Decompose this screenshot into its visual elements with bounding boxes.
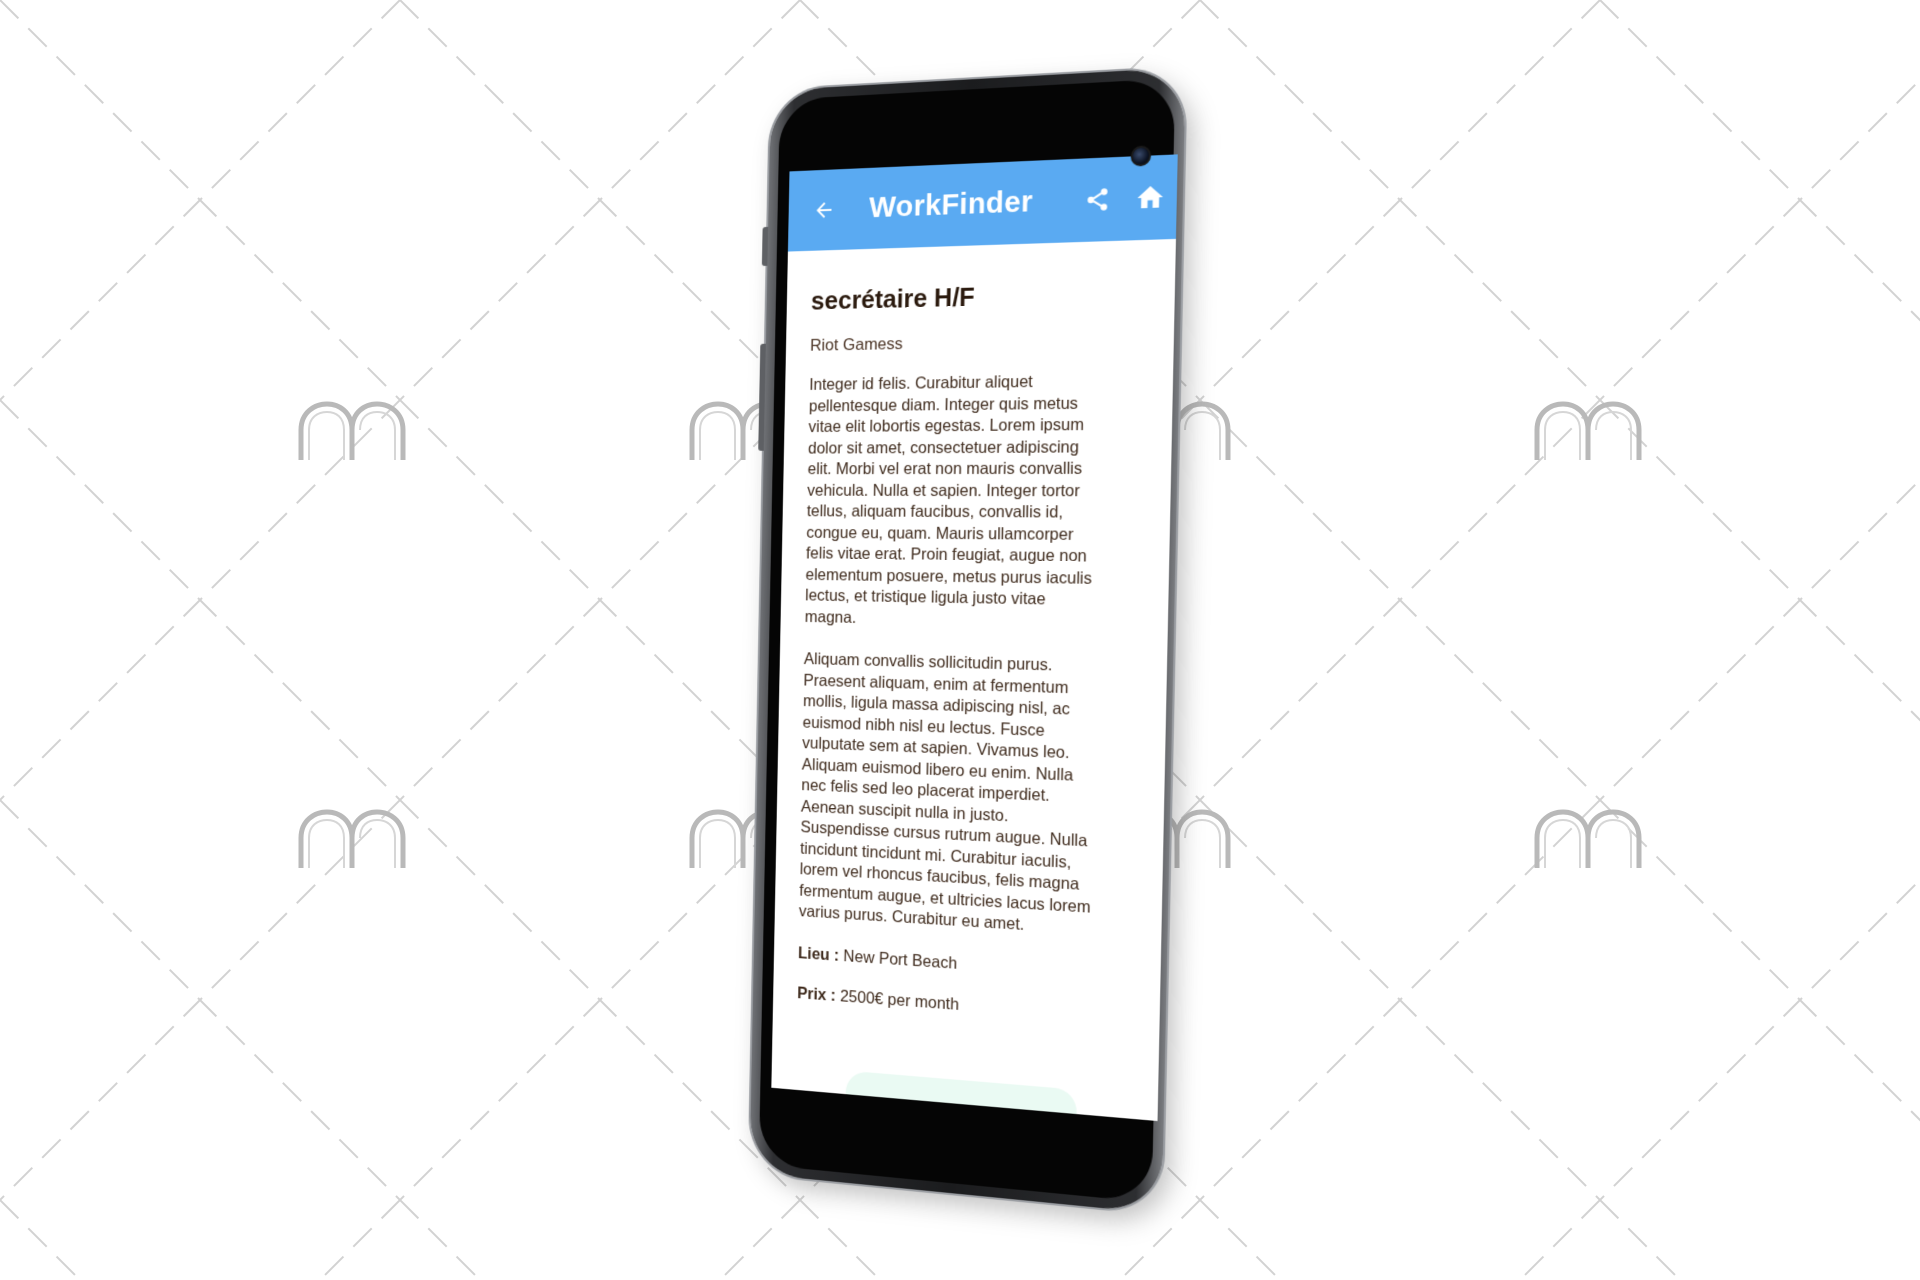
job-detail: secrétaire H/F Riot Gamess Integer id fe… bbox=[771, 239, 1176, 1121]
location-value: New Port Beach bbox=[843, 946, 958, 973]
app-screen: WorkFinder secrétaire H/F Riot Gamess In… bbox=[771, 154, 1178, 1122]
stage: WorkFinder secrétaire H/F Riot Gamess In… bbox=[0, 0, 1920, 1280]
location-label: Lieu : bbox=[797, 943, 840, 965]
price-row: Prix : 2500€ per month bbox=[797, 984, 1133, 1027]
app-bar: WorkFinder bbox=[787, 154, 1178, 252]
company-name: Riot Gamess bbox=[809, 334, 903, 355]
job-description-paragraph-2: Aliquam convallis sollicitudin purus. Pr… bbox=[798, 650, 1091, 934]
share-icon bbox=[1087, 188, 1108, 211]
back-button[interactable] bbox=[798, 197, 851, 223]
app-title: WorkFinder bbox=[868, 184, 1034, 225]
price-value: 2500€ per month bbox=[839, 986, 960, 1014]
phone-side-button bbox=[761, 226, 769, 267]
arrow-left-icon bbox=[816, 201, 832, 219]
price-label: Prix : bbox=[797, 983, 836, 1005]
home-button[interactable] bbox=[1123, 181, 1177, 214]
location-row: Lieu : New Port Beach bbox=[798, 944, 1134, 985]
phone-mockup: WorkFinder secrétaire H/F Riot Gamess In… bbox=[749, 67, 1186, 1214]
home-icon bbox=[1137, 185, 1164, 209]
job-title: secrétaire H/F bbox=[810, 281, 976, 316]
job-description-paragraph-1: Integer id felis. Curabitur aliquet pell… bbox=[804, 372, 1093, 627]
share-button[interactable] bbox=[1071, 185, 1124, 214]
